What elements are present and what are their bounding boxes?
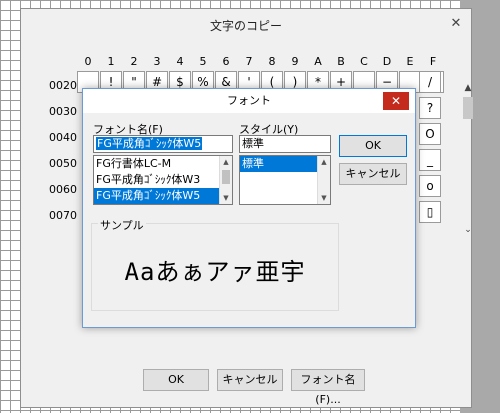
ok-button[interactable]: OK bbox=[339, 135, 407, 157]
char-cell[interactable]: _ bbox=[419, 149, 441, 171]
scroll-up-icon[interactable]: ▲ bbox=[461, 81, 475, 95]
font-list-scrollbar[interactable]: ▲ ▼ bbox=[219, 156, 232, 204]
sample-text: Aaあぁアァ亜宇 bbox=[124, 258, 306, 286]
font-name-field[interactable]: FG平成角ｺﾞｼｯｸ体W5 bbox=[93, 135, 233, 153]
scroll-up-icon[interactable]: ▲ bbox=[220, 156, 232, 168]
column-header: 2 bbox=[130, 55, 138, 68]
scroll-thumb[interactable] bbox=[222, 170, 230, 184]
sample-label: サンプル bbox=[98, 217, 146, 233]
column-header: 9 bbox=[291, 55, 299, 68]
char-cell[interactable]: ▯ bbox=[419, 201, 441, 223]
column-header: 3 bbox=[153, 55, 161, 68]
column-header: F bbox=[429, 55, 437, 68]
window-title: 文字のコピー bbox=[209, 19, 282, 33]
close-icon[interactable]: ✕ bbox=[383, 92, 409, 110]
column-header: D bbox=[382, 55, 392, 68]
column-header: 8 bbox=[268, 55, 276, 68]
column-header: E bbox=[406, 55, 414, 68]
scroll-up-icon[interactable]: ▲ bbox=[318, 156, 330, 168]
font-dialog-title: フォント bbox=[83, 89, 415, 113]
sample-box: サンプル Aaあぁアァ亜宇 bbox=[91, 217, 339, 311]
column-header: 4 bbox=[176, 55, 184, 68]
column-header: A bbox=[314, 55, 322, 68]
font-list-items: FG行書体LC-M FG平成角ｺﾞｼｯｸ体W3 FG平成角ｺﾞｼｯｸ体W5 bbox=[94, 156, 232, 204]
font-name-value: FG平成角ｺﾞｼｯｸ体W5 bbox=[96, 137, 203, 150]
cancel-button[interactable]: キャンセル bbox=[339, 163, 407, 185]
font-list[interactable]: FG行書体LC-M FG平成角ｺﾞｼｯｸ体W3 FG平成角ｺﾞｼｯｸ体W5 ▲ ▼ bbox=[93, 155, 233, 205]
column-header: B bbox=[337, 55, 345, 68]
close-icon[interactable]: ✕ bbox=[449, 17, 463, 31]
char-cell[interactable]: o bbox=[419, 175, 441, 197]
char-cell[interactable]: / bbox=[419, 71, 441, 93]
column-header: 5 bbox=[199, 55, 207, 68]
font-list-item[interactable]: FG行書体LC-M bbox=[94, 156, 232, 172]
column-header: C bbox=[360, 55, 368, 68]
scroll-thumb[interactable] bbox=[463, 97, 473, 119]
grid-scrollbar[interactable]: ▲ ⌄ bbox=[461, 81, 475, 251]
column-header: 7 bbox=[245, 55, 253, 68]
ok-button[interactable]: OK bbox=[143, 369, 209, 391]
cancel-button[interactable]: キャンセル bbox=[217, 369, 283, 391]
column-header: 6 bbox=[222, 55, 230, 68]
font-list-item[interactable]: FG平成角ｺﾞｼｯｸ体W5 bbox=[94, 188, 232, 204]
style-list-scrollbar[interactable]: ▲ ▼ bbox=[317, 156, 330, 204]
font-name-button[interactable]: フォント名(F)... bbox=[291, 369, 365, 406]
scroll-down-icon[interactable]: ▼ bbox=[318, 192, 330, 204]
font-list-item[interactable]: FG平成角ｺﾞｼｯｸ体W3 bbox=[94, 172, 232, 188]
column-header: 0 bbox=[84, 55, 92, 68]
style-list[interactable]: 標準 ▲ ▼ bbox=[239, 155, 331, 205]
style-field[interactable]: 標準 bbox=[239, 135, 331, 153]
char-cell[interactable]: ? bbox=[419, 97, 441, 119]
char-cell[interactable]: O bbox=[419, 123, 441, 145]
font-dialog: フォント ✕ フォント名(F) FG平成角ｺﾞｼｯｸ体W5 FG行書体LC-M F… bbox=[82, 88, 416, 328]
column-header: 1 bbox=[107, 55, 115, 68]
scroll-down-icon[interactable]: ⌄ bbox=[461, 223, 475, 237]
scroll-down-icon[interactable]: ▼ bbox=[220, 192, 232, 204]
